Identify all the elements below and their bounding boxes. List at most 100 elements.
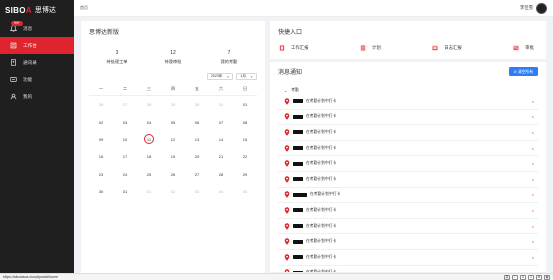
calendar-day[interactable]: 18 [137,148,161,165]
calendar-day[interactable]: 28 [137,96,161,113]
close-icon[interactable]: × [532,270,538,272]
calendar-day[interactable]: 16 [89,148,113,165]
calendar-day[interactable]: 08 [233,113,257,130]
calendar-day[interactable]: 17 [113,148,137,165]
calendar-day[interactable]: 05 [161,113,185,130]
close-icon[interactable]: × [532,177,538,182]
sidebar-item-home[interactable]: 工作台 [0,37,74,54]
logo-cn: 思博达 [34,7,56,14]
calendar-day[interactable]: 03 [185,183,209,200]
logo[interactable]: SIBOA 思博达 [0,0,74,20]
stat-label: 待我审批 [164,59,182,64]
close-icon[interactable]: × [532,255,538,260]
calendar-day[interactable]: 30 [89,183,113,200]
notice-group-header[interactable]: ⌄ 考勤 [278,86,538,94]
calendar-day[interactable]: 13 [185,131,209,148]
sidebar-item-bell[interactable]: 消息 99+ [0,20,74,37]
calendar-day[interactable]: 07 [209,113,233,130]
calendar-day[interactable]: 27 [185,166,209,183]
stat-label: 我的考勤 [220,59,238,64]
settings-icon[interactable]: ⚙ [536,274,542,280]
calendar-day[interactable]: 26 [89,96,113,113]
stat-item[interactable]: 3 待处理工单 [90,50,145,65]
calendar-week: 16 17 18 19 20 21 22 [89,148,257,165]
calendar-day[interactable]: 04 [209,183,233,200]
calendar-day[interactable]: 24 [113,166,137,183]
calendar-day[interactable]: 06 [185,113,209,130]
calendar-day[interactable]: 31 [209,96,233,113]
calendar-day[interactable]: 31 [113,183,137,200]
stat-item[interactable]: 12 待我审批 [146,50,201,65]
close-icon[interactable]: × [532,208,538,213]
month-select[interactable]: 1月 ▼ [236,73,257,80]
calendar-day[interactable]: 15 [233,131,257,148]
smile-icon[interactable]: ☺ [528,274,534,280]
calendar-day[interactable]: 02 [161,183,185,200]
calendar-day[interactable]: 09 [89,131,113,148]
user-menu[interactable]: 李佳雪 [520,2,547,14]
notice-row[interactable]: 在考勤计划中打卡 × [278,156,538,172]
calendar-day[interactable]: 27 [113,96,137,113]
calendar-day[interactable]: 22 [233,148,257,165]
notice-row[interactable]: 在考勤计划中打卡 × [278,94,538,110]
calendar-day[interactable]: 03 [113,113,137,130]
calendar-day[interactable]: 25 [137,166,161,183]
calendar-day[interactable]: 23 [89,166,113,183]
calendar-day[interactable]: 28 [209,166,233,183]
moon-icon[interactable]: ☾ [512,274,518,280]
translate-icon[interactable]: A [520,274,526,280]
notice-row[interactable]: 在考勤计划中打卡 × [278,125,538,141]
grid-icon[interactable]: ▦ [544,274,550,280]
quick-item-plan[interactable]: 计划 [359,44,381,52]
breadcrumb[interactable]: 首页 [80,5,88,11]
calendar-day[interactable]: 29 [161,96,185,113]
redacted-name [293,239,303,244]
unread-badge: 99+ [11,21,23,26]
sidebar-item-contacts[interactable]: 通讯录 [0,54,74,71]
notice-row[interactable]: 在考勤计划中打卡 × [278,110,538,126]
notice-row[interactable]: 在考勤计划中打卡 × [278,219,538,235]
close-icon[interactable]: × [532,224,538,229]
location-pin-icon [284,191,290,199]
calendar-day[interactable]: 05 [233,183,257,200]
close-icon[interactable]: × [532,239,538,244]
quick-item-report[interactable]: 工作汇报 [278,44,309,52]
sidebar-item-apps[interactable]: 功能 [0,71,74,88]
calendar-day[interactable]: 10 [113,131,137,148]
avatar[interactable] [536,2,547,14]
close-icon[interactable]: × [532,161,538,166]
input-method-icon[interactable]: 英 [504,274,510,280]
quick-item-log[interactable]: 日志汇报 [431,44,462,52]
notice-row[interactable]: 在考勤计划中打卡 × [278,203,538,219]
calendar-day[interactable]: 30 [185,96,209,113]
calendar-day[interactable]: 02 [89,113,113,130]
calendar-day[interactable]: 29 [233,166,257,183]
notice-row[interactable]: 在考勤计划中打卡 × [278,250,538,266]
calendar-day[interactable]: 04 [137,113,161,130]
calendar-day[interactable]: 20 [185,148,209,165]
calendar-day[interactable]: 01 [233,96,257,113]
year-select[interactable]: 2023年 ▼ [206,73,234,80]
sidebar-item-user[interactable]: 我的 [0,88,74,105]
notice-row[interactable]: 在考勤计划中打卡 × [278,141,538,157]
close-icon[interactable]: × [532,146,538,151]
clear-all-button[interactable]: ⊘ 清空所有 [508,67,538,76]
notice-row[interactable]: 在考勤计划中打卡 × [278,172,538,188]
close-icon[interactable]: × [532,192,538,197]
calendar-day[interactable]: 01 [137,183,161,200]
notice-row[interactable]: 在考勤计划中打卡 × [278,188,538,204]
calendar: 一二三四五六日 26 27 28 29 30 31 01 02 03 04 05 06 07 08 09 10… [89,83,257,200]
calendar-day-today[interactable]: 11 [137,131,161,148]
close-icon[interactable]: × [532,99,538,104]
calendar-day[interactable]: 26 [161,166,185,183]
close-icon[interactable]: × [532,130,538,135]
stat-item[interactable]: 7 我的考勤 [202,50,257,65]
calendar-day[interactable]: 14 [209,131,233,148]
calendar-day[interactable]: 19 [161,148,185,165]
calendar-day[interactable]: 12 [161,131,185,148]
quick-item-approve[interactable]: 审批 [512,44,534,52]
notice-row[interactable]: 在考勤计划中打卡 × [278,266,538,272]
calendar-day[interactable]: 21 [209,148,233,165]
close-icon[interactable]: × [532,114,538,119]
notice-row[interactable]: 在考勤计划中打卡 × [278,234,538,250]
